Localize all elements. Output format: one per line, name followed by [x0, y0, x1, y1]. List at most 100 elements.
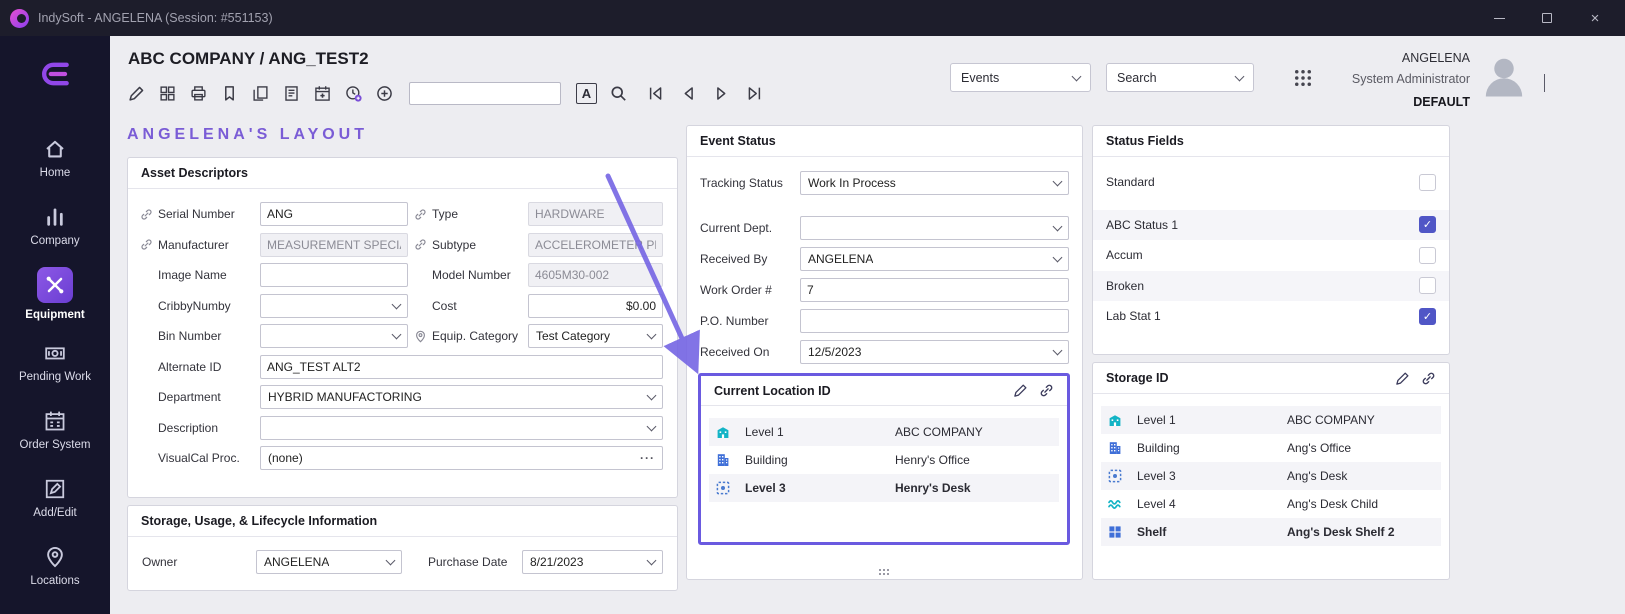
standard-checkbox[interactable]	[1419, 174, 1436, 191]
user-avatar-icon[interactable]	[1478, 51, 1530, 103]
indysoft-logo-icon	[10, 9, 29, 28]
asset-descriptors-panel: Asset Descriptors Serial Number Type Man…	[127, 157, 678, 498]
schedule-icon[interactable]	[343, 84, 363, 104]
abc-status-1-checkbox[interactable]	[1419, 216, 1436, 233]
nav-previous-icon[interactable]	[678, 84, 698, 104]
more-options-button[interactable]: ···	[640, 451, 655, 465]
field-row: Serial Number Type	[128, 199, 677, 230]
record-navigation	[645, 84, 764, 104]
sidebar-item-equipment[interactable]: Equipment	[0, 260, 110, 328]
close-button[interactable]: ×	[1575, 3, 1615, 33]
print-icon[interactable]	[188, 84, 208, 104]
layout-icon[interactable]	[157, 84, 177, 104]
maximize-button[interactable]	[1527, 3, 1567, 33]
cost-input[interactable]	[528, 294, 663, 318]
field-row: Alternate ID	[128, 352, 677, 383]
nav-first-icon[interactable]	[645, 84, 665, 104]
chevron-down-icon	[392, 330, 402, 340]
work-order-input[interactable]	[800, 278, 1069, 302]
image-name-input[interactable]	[260, 263, 408, 287]
link-icon[interactable]	[410, 208, 430, 221]
site-icon	[715, 424, 745, 440]
event-status-panel: Event Status Tracking Status Work In Pro…	[686, 125, 1083, 580]
location-row[interactable]: Level 1 ABC COMPANY	[1101, 406, 1441, 434]
description-select[interactable]	[260, 416, 663, 440]
manufacturer-input	[260, 233, 408, 257]
link-icon[interactable]	[410, 238, 430, 251]
edit-location-icon[interactable]	[1013, 383, 1028, 398]
po-number-input[interactable]	[800, 309, 1069, 333]
owner-select[interactable]: ANGELENA	[256, 550, 402, 574]
locations-icon	[43, 545, 67, 569]
bin-number-select[interactable]	[260, 324, 408, 348]
link-icon[interactable]	[136, 208, 156, 221]
field-row: Description	[128, 413, 677, 444]
sidebar-item-pending-work[interactable]: Pending Work	[0, 328, 110, 396]
toolbar: A	[126, 82, 764, 105]
field-row: P.O. Number	[687, 305, 1082, 336]
location-row[interactable]: Level 4 Ang's Desk Child	[1101, 490, 1441, 518]
notes-icon[interactable]	[281, 84, 301, 104]
add-circle-icon[interactable]	[374, 84, 394, 104]
chevron-down-icon	[647, 556, 657, 566]
current-dept-select[interactable]	[800, 216, 1069, 240]
page-title: ANGELENA'S LAYOUT	[127, 126, 368, 144]
main-content: ABC COMPANY / ANG_TEST2 A Events	[110, 36, 1625, 614]
chevron-down-icon	[1072, 71, 1082, 81]
location-row[interactable]: Building Henry's Office	[709, 446, 1059, 474]
equip-category-select[interactable]: Test Category	[528, 324, 663, 348]
serial-number-input[interactable]	[260, 202, 408, 226]
visualcal-proc-field[interactable]: (none)···	[260, 446, 663, 470]
sidebar-item-order-system[interactable]: Order System	[0, 396, 110, 464]
match-case-toggle[interactable]: A	[576, 83, 597, 104]
sidebar-item-locations[interactable]: Locations	[0, 532, 110, 600]
field-row: Received By ANGELENA	[687, 243, 1082, 274]
purchase-date-select[interactable]: 8/21/2023	[522, 550, 663, 574]
broken-checkbox[interactable]	[1419, 277, 1436, 294]
bookmark-icon[interactable]	[219, 84, 239, 104]
minimize-button[interactable]	[1479, 3, 1519, 33]
building-icon	[715, 452, 745, 468]
received-by-select[interactable]: ANGELENA	[800, 247, 1069, 271]
received-on-select[interactable]: 12/5/2023	[800, 340, 1069, 364]
location-row[interactable]: Building Ang's Office	[1101, 434, 1441, 462]
sidebar-item-company[interactable]: Company	[0, 192, 110, 260]
resize-grip[interactable]	[879, 569, 891, 575]
location-row[interactable]: Level 1 ABC COMPANY	[709, 418, 1059, 446]
breadcrumb: ABC COMPANY / ANG_TEST2	[128, 49, 369, 69]
search-type-dropdown[interactable]: Search	[1106, 63, 1254, 92]
department-select[interactable]: HYBRID MANUFACTORING	[260, 385, 663, 409]
link-icon[interactable]	[136, 238, 156, 251]
search-icon[interactable]	[608, 84, 628, 104]
edit-storage-icon[interactable]	[1395, 371, 1410, 386]
calendar-add-icon[interactable]	[312, 84, 332, 104]
sidebar-item-add-edit[interactable]: Add/Edit	[0, 464, 110, 532]
events-dropdown[interactable]: Events	[950, 63, 1091, 92]
location-tree: Level 1 ABC COMPANY Building Henry's Off…	[709, 418, 1059, 502]
chevron-down-icon	[1053, 221, 1063, 231]
alternate-id-input[interactable]	[260, 355, 663, 379]
apps-menu-icon[interactable]	[1293, 68, 1315, 90]
location-row[interactable]: Shelf Ang's Desk Shelf 2	[1101, 518, 1441, 546]
company-icon	[43, 205, 67, 229]
nav-last-icon[interactable]	[744, 84, 764, 104]
accum-checkbox[interactable]	[1419, 247, 1436, 264]
chevron-down-icon	[392, 299, 402, 309]
tracking-status-select[interactable]: Work In Process	[800, 171, 1069, 195]
link-storage-icon[interactable]	[1421, 371, 1436, 386]
duplicate-icon[interactable]	[250, 84, 270, 104]
home-icon	[43, 137, 67, 161]
model-number-input	[528, 263, 663, 287]
nav-next-icon[interactable]	[711, 84, 731, 104]
status-row: Lab Stat 1	[1093, 301, 1449, 332]
user-menu-chevron-icon[interactable]	[1544, 74, 1545, 92]
sidebar-item-home[interactable]: Home	[0, 124, 110, 192]
minimize-icon	[1494, 18, 1505, 19]
quick-search-input[interactable]	[409, 82, 561, 105]
cribbynumby-select[interactable]	[260, 294, 408, 318]
edit-icon[interactable]	[126, 84, 146, 104]
lab-stat-1-checkbox[interactable]	[1419, 308, 1436, 325]
location-row[interactable]: Level 3 Henry's Desk	[709, 474, 1059, 502]
location-row[interactable]: Level 3 Ang's Desk	[1101, 462, 1441, 490]
link-location-icon[interactable]	[1039, 383, 1054, 398]
